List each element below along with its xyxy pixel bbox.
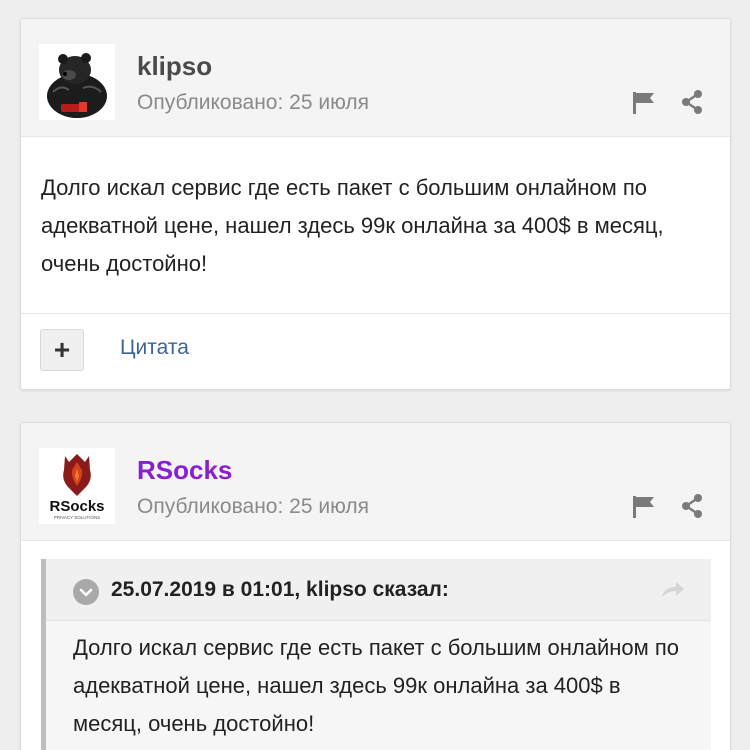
post-header: RSocks PRIVACY SOLUTIONS RSocks Опублико… (21, 423, 730, 541)
chevron-down-circle-icon[interactable] (73, 579, 99, 605)
post-date: Опубликовано: 25 июля (137, 91, 369, 114)
quote-block: 25.07.2019 в 01:01, klipso сказал: Долго… (41, 559, 711, 750)
post-klipso: klipso Опубликовано: 25 июля Долго искал… (20, 18, 731, 390)
share-icon[interactable] (677, 87, 707, 117)
post-content: Долго искал сервис где есть пакет с боль… (41, 175, 664, 276)
post-rsocks: RSocks PRIVACY SOLUTIONS RSocks Опублико… (20, 422, 731, 750)
quote-citation: 25.07.2019 в 01:01, klipso сказал: (111, 578, 449, 601)
bear-avatar-image (39, 44, 115, 120)
avatar-rsocks[interactable]: RSocks PRIVACY SOLUTIONS (39, 448, 115, 524)
avatar-klipso[interactable] (39, 44, 115, 120)
author-name[interactable]: RSocks (137, 455, 232, 486)
post-date: Опубликовано: 25 июля (137, 495, 369, 518)
rsocks-logo-image: RSocks PRIVACY SOLUTIONS (39, 448, 115, 524)
plus-button[interactable]: + (40, 329, 84, 371)
post-header: klipso Опубликовано: 25 июля (21, 19, 730, 137)
share-icon[interactable] (677, 491, 707, 521)
quote-header: 25.07.2019 в 01:01, klipso сказал: (46, 559, 711, 621)
author-name[interactable]: klipso (137, 51, 212, 82)
flag-icon[interactable] (627, 87, 661, 117)
flag-icon[interactable] (627, 491, 661, 521)
quote-button[interactable]: Цитата (120, 336, 189, 360)
arrow-forward-icon[interactable] (658, 577, 686, 603)
rsocks-logo-tagline: PRIVACY SOLUTIONS (54, 515, 101, 520)
rsocks-logo-text: RSocks (49, 498, 104, 515)
quote-text: Долго искал сервис где есть пакет с боль… (73, 635, 680, 736)
post-footer: + Цитата (21, 313, 730, 389)
